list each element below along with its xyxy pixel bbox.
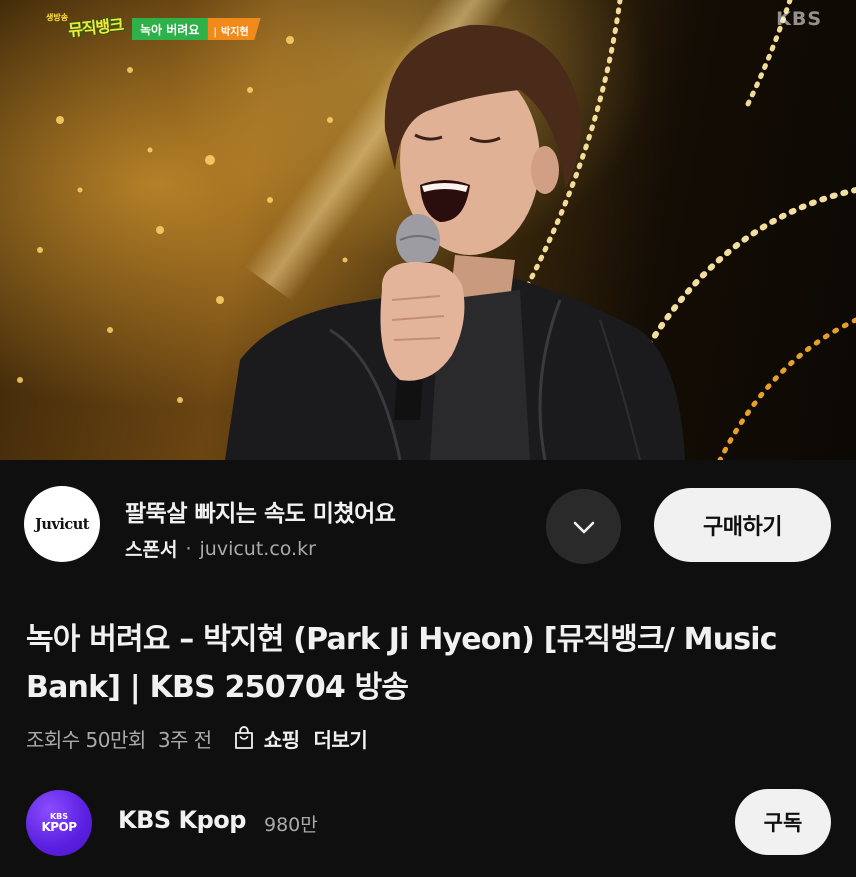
artist-tag: | 박지현 bbox=[207, 18, 261, 40]
channel-name[interactable]: KBS Kpop bbox=[118, 806, 246, 834]
ad-buy-button[interactable]: 구매하기 bbox=[654, 488, 831, 562]
sponsor-label: 스폰서 bbox=[125, 539, 178, 561]
show-logo-text: 뮤직뱅크 bbox=[67, 15, 124, 40]
avatar-text-bottom: KPOP bbox=[41, 820, 77, 834]
subscriber-count: 980만 bbox=[264, 814, 318, 836]
channel-avatar[interactable]: KBS KPOP bbox=[26, 790, 92, 856]
chevron-down-icon bbox=[573, 521, 594, 533]
singer-illustration bbox=[225, 24, 685, 460]
ad-domain: juvicut.co.kr bbox=[199, 537, 316, 560]
video-player[interactable]: 생방송 뮤직뱅크 녹아 버려요 | 박지현 KBS bbox=[0, 0, 856, 460]
ad-brand-logo[interactable]: Juvicut bbox=[24, 486, 100, 562]
video-title[interactable]: 녹아 버려요 – 박지현 (Park Ji Hyeon) [뮤직뱅크/ Musi… bbox=[26, 616, 836, 712]
more-button[interactable]: 더보기 bbox=[314, 724, 368, 753]
artist-tag-label: 박지현 bbox=[221, 27, 249, 38]
ad-meta: 스폰서 · juvicut.co.kr bbox=[125, 535, 316, 562]
view-count: 조회수 50만회 bbox=[26, 727, 146, 752]
sponsored-ad[interactable]: Juvicut 팔뚝살 빠지는 속도 미쳤어요 스폰서 · juvicut.co… bbox=[0, 460, 856, 590]
kbs-watermark: KBS bbox=[776, 8, 822, 30]
subscribe-button[interactable]: 구독 bbox=[735, 789, 831, 855]
show-logo: 생방송 뮤직뱅크 bbox=[46, 10, 126, 44]
tag-separator: | bbox=[213, 27, 218, 38]
song-title-tag: 녹아 버려요 | 박지현 bbox=[132, 18, 261, 40]
video-meta: 조회수 50만회 3주 전 쇼핑 더보기 bbox=[26, 722, 368, 754]
meta-separator: · bbox=[185, 537, 192, 560]
shopping-label: 쇼핑 bbox=[263, 727, 300, 752]
upload-age: 3주 전 bbox=[157, 727, 212, 752]
shopping-link[interactable]: 쇼핑 bbox=[232, 724, 300, 753]
song-tag: 녹아 버려요 bbox=[132, 18, 208, 40]
show-logo-small-text: 생방송 bbox=[46, 13, 69, 22]
shopping-bag-icon bbox=[234, 726, 253, 749]
ad-brand-logo-text: Juvicut bbox=[35, 515, 89, 533]
ad-expand-button[interactable] bbox=[546, 489, 621, 564]
ad-title[interactable]: 팔뚝살 빠지는 속도 미쳤어요 bbox=[125, 494, 396, 528]
